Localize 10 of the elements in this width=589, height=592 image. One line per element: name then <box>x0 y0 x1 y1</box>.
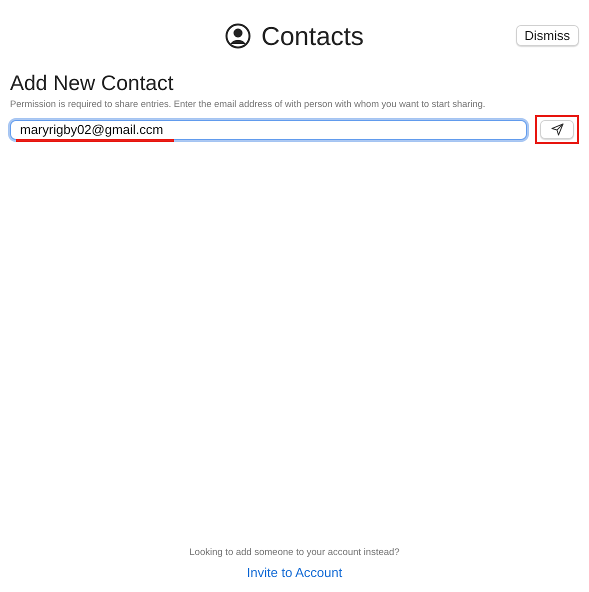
invite-link[interactable]: Invite to Account <box>246 565 342 580</box>
person-circle-icon <box>225 23 252 49</box>
email-field[interactable]: maryrigby02@gmail.ccm <box>10 120 527 140</box>
footer-prompt: Looking to add someone to your account instead? <box>189 547 400 558</box>
send-icon <box>550 123 564 136</box>
send-button[interactable] <box>540 120 574 139</box>
description-text: Permission is required to share entries. Enter the email address of with person with whom you want to start sharing. <box>10 99 486 109</box>
app-title: Contacts <box>261 20 364 52</box>
dismiss-button[interactable]: Dismiss <box>516 25 579 46</box>
section-heading: Add New Contact <box>10 72 174 96</box>
